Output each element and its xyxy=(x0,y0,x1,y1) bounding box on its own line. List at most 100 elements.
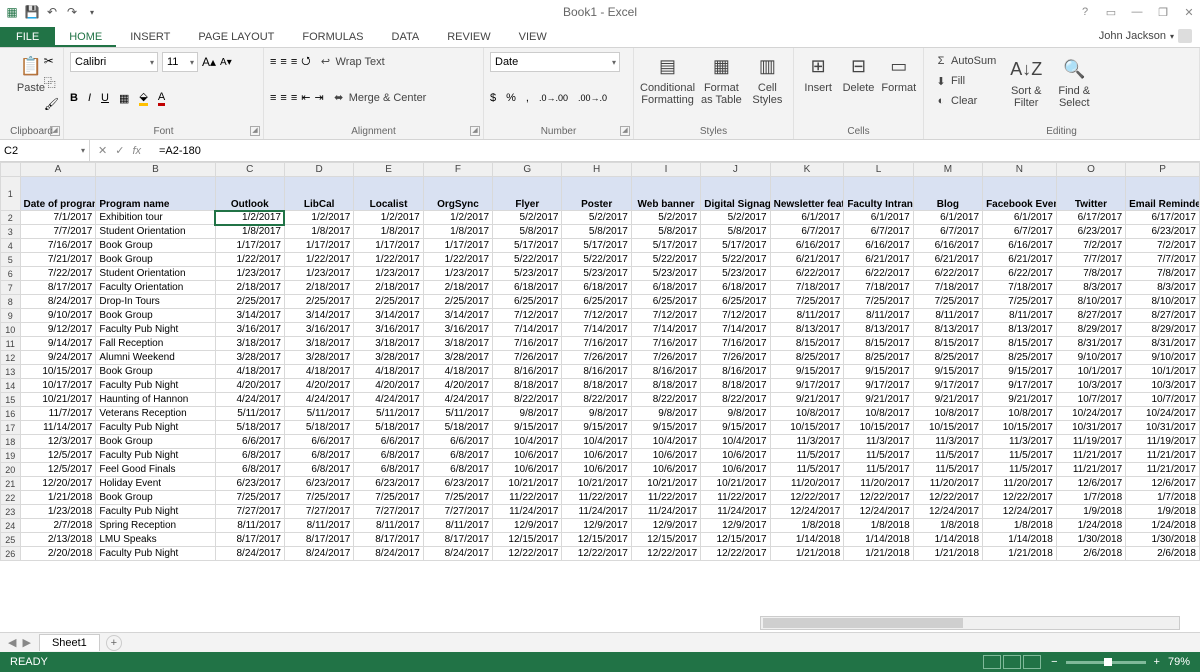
cell[interactable]: 9/15/2017 xyxy=(631,421,700,435)
wrap-text-button[interactable]: ↩Wrap Text xyxy=(315,53,389,71)
cell[interactable]: 1/17/2017 xyxy=(423,239,492,253)
cell[interactable]: 10/8/2017 xyxy=(844,407,913,421)
cell[interactable]: 8/16/2017 xyxy=(631,365,700,379)
cell[interactable]: Faculty Pub Night xyxy=(96,323,215,337)
cell[interactable]: 12/5/2017 xyxy=(20,449,96,463)
cell[interactable]: 6/6/2017 xyxy=(215,435,284,449)
name-box[interactable]: C2 xyxy=(0,140,90,161)
cell[interactable]: 7/12/2017 xyxy=(631,309,700,323)
cell[interactable]: 12/24/2017 xyxy=(844,505,913,519)
row-header[interactable]: 4 xyxy=(1,239,21,253)
cell[interactable]: 1/8/2018 xyxy=(770,519,844,533)
cell[interactable]: 11/21/2017 xyxy=(1126,449,1200,463)
cell[interactable]: 6/1/2017 xyxy=(770,211,844,225)
accounting-icon[interactable]: $ xyxy=(490,92,496,104)
cell[interactable]: 5/2/2017 xyxy=(493,211,562,225)
cell[interactable]: Student Orientation xyxy=(96,225,215,239)
cell[interactable]: 11/24/2017 xyxy=(631,505,700,519)
cell[interactable]: 9/8/2017 xyxy=(631,407,700,421)
cell[interactable]: 9/12/2017 xyxy=(20,323,96,337)
cell[interactable]: 10/6/2017 xyxy=(493,463,562,477)
cell[interactable]: 1/30/2018 xyxy=(1126,533,1200,547)
cell[interactable]: 5/22/2017 xyxy=(631,253,700,267)
cell[interactable]: 7/25/2017 xyxy=(913,295,982,309)
cell[interactable]: 5/8/2017 xyxy=(493,225,562,239)
header-cell[interactable]: LibCal xyxy=(284,177,353,211)
avatar[interactable] xyxy=(1178,29,1192,43)
cell[interactable]: 7/25/2017 xyxy=(284,491,353,505)
cell[interactable]: 6/23/2017 xyxy=(1056,225,1125,239)
cell[interactable]: 6/7/2017 xyxy=(770,225,844,239)
cell[interactable]: 4/20/2017 xyxy=(354,379,423,393)
tab-page-layout[interactable]: PAGE LAYOUT xyxy=(184,27,288,47)
cell[interactable]: 2/7/2018 xyxy=(20,519,96,533)
font-dialog-launcher[interactable]: ◢ xyxy=(250,126,260,136)
cell[interactable]: 1/23/2017 xyxy=(354,267,423,281)
horizontal-scrollbar[interactable] xyxy=(760,616,1180,630)
cell[interactable]: 8/11/2017 xyxy=(844,309,913,323)
header-cell[interactable]: Program name xyxy=(96,177,215,211)
cell[interactable]: 7/14/2017 xyxy=(701,323,770,337)
cell[interactable]: 2/25/2017 xyxy=(284,295,353,309)
cell[interactable]: Book Group xyxy=(96,491,215,505)
cell[interactable]: Alumni Weekend xyxy=(96,351,215,365)
ribbon-display-icon[interactable]: ▭ xyxy=(1104,6,1118,19)
clear-button[interactable]: ◐Clear xyxy=(930,92,1000,110)
cell[interactable]: 7/14/2017 xyxy=(631,323,700,337)
cell[interactable]: 9/10/2017 xyxy=(1056,351,1125,365)
cell[interactable]: 3/18/2017 xyxy=(354,337,423,351)
cell[interactable]: 10/1/2017 xyxy=(1056,365,1125,379)
cell[interactable]: 1/2/2017 xyxy=(423,211,492,225)
cell[interactable]: 9/15/2017 xyxy=(770,365,844,379)
cell[interactable]: 11/5/2017 xyxy=(844,449,913,463)
cell[interactable]: 3/28/2017 xyxy=(215,351,284,365)
cell[interactable]: 5/11/2017 xyxy=(354,407,423,421)
cell[interactable]: 6/6/2017 xyxy=(284,435,353,449)
cell[interactable]: 11/24/2017 xyxy=(493,505,562,519)
cell[interactable]: 4/20/2017 xyxy=(215,379,284,393)
cell[interactable]: 10/24/2017 xyxy=(1126,407,1200,421)
cell[interactable]: Faculty Pub Night xyxy=(96,505,215,519)
find-select-button[interactable]: 🔍Find & Select xyxy=(1052,52,1096,112)
cell[interactable]: 8/27/2017 xyxy=(1056,309,1125,323)
italic-button[interactable]: I xyxy=(88,92,91,104)
cell[interactable]: 1/23/2017 xyxy=(423,267,492,281)
cell[interactable]: 8/11/2017 xyxy=(770,309,844,323)
col-header[interactable]: N xyxy=(983,163,1057,177)
cell[interactable]: 6/17/2017 xyxy=(1056,211,1125,225)
cell[interactable]: Faculty Pub Night xyxy=(96,379,215,393)
cell[interactable]: 7/21/2017 xyxy=(20,253,96,267)
cell[interactable]: 7/7/2017 xyxy=(20,225,96,239)
cell[interactable]: 8/22/2017 xyxy=(631,393,700,407)
cell[interactable]: 9/15/2017 xyxy=(562,421,631,435)
borders-icon[interactable]: ▦ xyxy=(119,92,129,105)
fx-icon[interactable]: fx xyxy=(132,145,147,157)
cell[interactable]: 6/1/2017 xyxy=(844,211,913,225)
cell[interactable]: 11/21/2017 xyxy=(1056,463,1125,477)
cell[interactable]: 5/17/2017 xyxy=(562,239,631,253)
decrease-indent-icon[interactable]: ⇤ xyxy=(301,91,310,104)
row-header[interactable]: 7 xyxy=(1,281,21,295)
cell[interactable]: Book Group xyxy=(96,365,215,379)
cell[interactable]: Faculty Orientation xyxy=(96,281,215,295)
cell[interactable]: 11/24/2017 xyxy=(701,505,770,519)
cell[interactable]: 8/17/2017 xyxy=(354,533,423,547)
cell[interactable]: 1/14/2018 xyxy=(983,533,1057,547)
cell[interactable]: 6/21/2017 xyxy=(770,253,844,267)
cell[interactable]: 5/23/2017 xyxy=(493,267,562,281)
cell[interactable]: 3/16/2017 xyxy=(354,323,423,337)
cell[interactable]: 12/15/2017 xyxy=(493,533,562,547)
cell[interactable]: 6/21/2017 xyxy=(983,253,1057,267)
cell[interactable]: 7/25/2017 xyxy=(423,491,492,505)
cell[interactable]: 10/3/2017 xyxy=(1056,379,1125,393)
cell[interactable]: 5/22/2017 xyxy=(701,253,770,267)
insert-cells-button[interactable]: ⊞Insert xyxy=(800,52,836,94)
cell[interactable]: 12/5/2017 xyxy=(20,463,96,477)
cell[interactable]: 2/6/2018 xyxy=(1056,547,1125,561)
close-icon[interactable]: ✕ xyxy=(1182,6,1196,19)
cell[interactable]: 1/21/2018 xyxy=(770,547,844,561)
cell[interactable]: 1/2/2017 xyxy=(284,211,353,225)
cell[interactable]: 3/14/2017 xyxy=(215,309,284,323)
cell[interactable]: 10/6/2017 xyxy=(493,449,562,463)
cell[interactable]: 6/16/2017 xyxy=(770,239,844,253)
